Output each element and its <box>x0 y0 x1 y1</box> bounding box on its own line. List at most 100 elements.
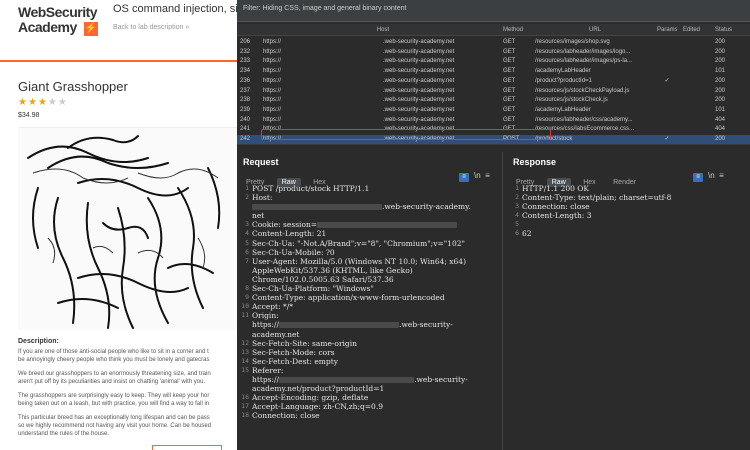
line-text: User-Agent: Mozilla/5.0 (Windows NT 10.0… <box>252 257 466 266</box>
history-row[interactable]: 239 https:// .web-security-academy.net GET /… <box>237 106 750 115</box>
line-number: 11 <box>241 311 249 320</box>
line-content: Sec-Ch-Ua: "-Not.A/Brand";v="8", "Chromi… <box>252 238 465 248</box>
newline-icon[interactable]: \n <box>708 171 715 180</box>
row-url: /resources/js/stockCheck.js <box>535 97 608 104</box>
menu-icon[interactable]: ≡ <box>485 171 490 180</box>
line-content: POST /product/stock HTTP/1.1 <box>252 184 370 193</box>
row-host-scheme: https:// <box>263 58 282 65</box>
line-content: https:// <box>252 374 280 384</box>
line-text: Chrome/102.0.5005.63 Safari/537.36 <box>252 275 394 284</box>
row-status: 200 <box>715 136 726 142</box>
line-text: Sec-Ch-Ua-Platform: "Windows" <box>252 284 374 293</box>
row-host-domain: .web-security-academy.net <box>383 106 455 113</box>
row-number: 232 <box>240 48 251 55</box>
row-host: https:// .web-security-academy.net <box>263 77 503 86</box>
request-title: Request <box>243 157 279 167</box>
code-line: 1 HTTP/1.1 200 OK <box>507 184 750 193</box>
line-number: 1 <box>245 184 249 192</box>
code-line: 14 Sec-Fetch-Dest: empty <box>237 357 502 366</box>
line-number: 7 <box>245 256 249 265</box>
column-header-host[interactable]: Host <box>263 24 503 36</box>
description-paragraph: The grasshoppers are surprisingly easy t… <box>18 392 238 408</box>
line-number: 17 <box>241 402 249 411</box>
line-number: 8 <box>245 284 249 293</box>
line-content: https:// <box>252 320 280 330</box>
line-content-suffix: .web-security- <box>399 320 453 330</box>
row-host-domain: .web-security-academy.net <box>383 68 455 75</box>
star-filled-icon: ★ <box>37 97 48 108</box>
history-row[interactable]: 238 https:// .web-security-academy.net GET /… <box>237 96 750 105</box>
line-text: academy.net/product?productId=1 <box>252 384 384 393</box>
request-tabs: Pretty Raw Hex <box>241 171 334 187</box>
http-history-table: Host Method URL Params Edited Status 206… <box>237 22 750 144</box>
row-method: GET <box>503 39 516 45</box>
row-url: /product?productId=1 <box>535 77 592 84</box>
row-status: 200 <box>715 77 726 84</box>
history-row[interactable]: 232 https:// .web-security-academy.net GET /… <box>237 48 750 57</box>
row-method: GET <box>503 48 516 55</box>
line-content: net <box>252 211 265 221</box>
wrap-lines-icon[interactable]: ≡ <box>693 173 703 182</box>
back-to-lab-link[interactable]: Back to lab description » <box>113 24 189 31</box>
code-line: 3 Connection: close <box>507 202 750 211</box>
star-empty-icon: ★ <box>47 97 58 108</box>
row-host-scheme: https:// <box>263 97 282 104</box>
history-filter-bar[interactable]: Filter: Hiding CSS, image and general bi… <box>237 0 750 22</box>
line-text: Connection: close <box>522 202 590 211</box>
code-line: https:// .web-security- <box>237 320 502 329</box>
description-line: be annoyingly cheery people who think yo… <box>18 357 210 363</box>
code-line: 13 Sec-Fetch-Mode: cors <box>237 348 502 357</box>
check-stock-button[interactable] <box>152 445 222 450</box>
history-row[interactable]: 240 https:// .web-security-academy.net GET /… <box>237 116 750 125</box>
request-editor[interactable]: 1 POST /product/stock HTTP/1.1 2 Host: .web-… <box>237 184 502 420</box>
row-host-domain: .web-security-academy.net <box>383 87 455 94</box>
websecurity-academy-logo[interactable]: WebSecurity Academy ⚡ <box>18 5 98 39</box>
history-row[interactable]: 236 https:// .web-security-academy.net GET /… <box>237 77 750 86</box>
history-row[interactable]: 234 https:// .web-security-academy.net GET /… <box>237 67 750 76</box>
line-text: Accept: */* <box>252 302 293 311</box>
description-heading: Description: <box>18 338 59 345</box>
line-number: 15 <box>241 365 249 374</box>
history-row[interactable]: 237 https:// .web-security-academy.net GET /… <box>237 87 750 96</box>
column-header-params[interactable]: Params <box>657 24 677 36</box>
code-line: .web-security-academy. <box>237 202 502 211</box>
row-number: 206 <box>240 39 251 45</box>
menu-icon[interactable]: ≡ <box>719 171 724 180</box>
shop-header: WebSecurity Academy ⚡ OS command injecti… <box>0 0 240 40</box>
line-text: Sec-Ch-Ua-Mobile: ?0 <box>252 248 335 257</box>
row-method: GET <box>503 77 516 84</box>
history-row[interactable]: 233 https:// .web-security-academy.net GET /… <box>237 57 750 66</box>
code-line: 5 <box>507 220 750 229</box>
redacted-value <box>317 222 458 229</box>
history-row[interactable]: 206 https:// .web-security-academy.net GET /… <box>237 38 750 47</box>
row-method: GET <box>503 116 516 123</box>
row-url: /resources/labheader/images/ps-la... <box>535 58 633 65</box>
row-host-domain: .web-security-academy.net <box>383 77 455 84</box>
description-line: The grasshoppers are surprisingly easy t… <box>18 393 210 399</box>
response-editor[interactable]: 1 HTTP/1.1 200 OK 2 Content-Type: text/plai… <box>507 184 750 239</box>
line-number: 3 <box>245 220 249 229</box>
grasshopper-sketch <box>27 135 221 329</box>
column-header-edited[interactable]: Edited <box>683 24 707 36</box>
star-filled-icon: ★ <box>18 97 28 108</box>
line-text: Connection: close <box>252 411 320 420</box>
line-text: Content-Length: 3 <box>522 211 592 220</box>
back-to-lab-label: Back to lab description <box>113 24 184 31</box>
column-header-method[interactable]: Method <box>503 24 533 36</box>
row-url: /resources/images/shop.svg <box>535 39 610 45</box>
row-status: 200 <box>715 39 726 45</box>
line-number: 6 <box>515 229 519 238</box>
column-header-status[interactable]: Status <box>715 24 745 36</box>
wrap-lines-icon[interactable]: ≡ <box>459 173 469 182</box>
column-header-url[interactable]: URL <box>535 24 655 36</box>
row-host: https:// .web-security-academy.net <box>263 38 503 47</box>
row-host: https:// .web-security-academy.net <box>263 116 503 125</box>
code-line: 9 Content-Type: application/x-www-form-ur… <box>237 293 502 302</box>
row-host-domain: .web-security-academy.net <box>383 48 455 55</box>
row-host-scheme: https:// <box>263 48 282 55</box>
row-number: 238 <box>240 97 251 104</box>
row-host-domain: .web-security-academy.net <box>383 97 455 104</box>
row-number: 239 <box>240 106 251 113</box>
code-line: 5 Sec-Ch-Ua: "-Not.A/Brand";v="8", "Chrom… <box>237 239 502 248</box>
newline-icon[interactable]: \n <box>474 171 481 180</box>
